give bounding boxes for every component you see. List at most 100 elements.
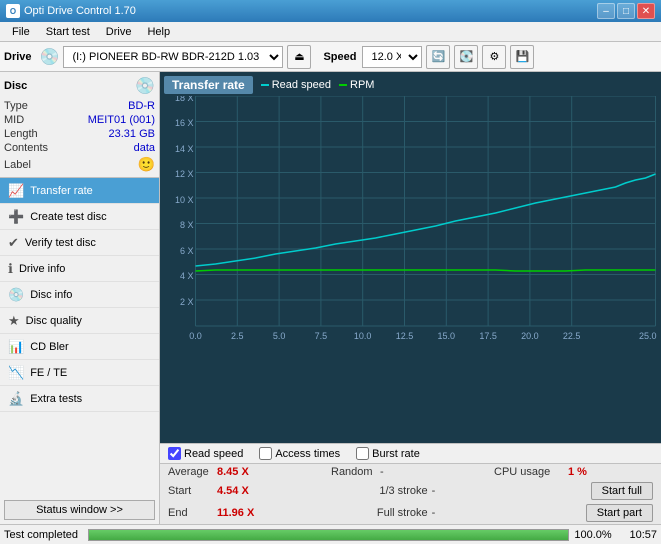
svg-text:15.0: 15.0: [438, 331, 456, 341]
maximize-button[interactable]: □: [617, 3, 635, 19]
svg-text:5.0: 5.0: [273, 331, 286, 341]
svg-text:12 X: 12 X: [175, 169, 194, 179]
cpu-value: 1 %: [568, 466, 587, 478]
menu-bar: File Start test Drive Help: [0, 22, 661, 42]
progress-percent: 100.0%: [573, 529, 613, 541]
start-full-button[interactable]: Start full: [591, 482, 653, 500]
svg-text:4 X: 4 X: [180, 271, 194, 281]
burst-rate-checkbox-item[interactable]: Burst rate: [356, 447, 420, 460]
stats-row-2: Start 4.54 X 1/3 stroke - Start full: [160, 480, 661, 502]
svg-text:0.0: 0.0: [189, 331, 202, 341]
end-label: End: [168, 507, 213, 519]
cpu-label: CPU usage: [494, 466, 564, 478]
settings-button[interactable]: ⚙: [482, 45, 506, 69]
svg-text:14 X: 14 X: [175, 144, 194, 154]
burst-rate-checkbox-label: Burst rate: [372, 448, 420, 460]
svg-text:18 X: 18 X: [175, 96, 194, 103]
progress-bar-fill: [89, 530, 568, 540]
title-bar: O Opti Drive Control 1.70 – □ ✕: [0, 0, 661, 22]
menu-help[interactable]: Help: [139, 24, 178, 40]
drive-info-icon: ℹ: [8, 261, 13, 277]
svg-text:17.5: 17.5: [479, 331, 497, 341]
svg-text:2.5: 2.5: [231, 331, 244, 341]
menu-drive[interactable]: Drive: [98, 24, 140, 40]
app-title: Opti Drive Control 1.70: [24, 5, 136, 17]
stroke-1-3-value: -: [432, 485, 436, 497]
cd-bler-icon: 📊: [8, 339, 24, 355]
start-part-button[interactable]: Start part: [586, 504, 653, 522]
eject-button[interactable]: ⏏: [287, 45, 311, 69]
app-icon: O: [6, 4, 20, 18]
read-speed-checkbox-item[interactable]: Read speed: [168, 447, 243, 460]
random-value: -: [380, 466, 384, 478]
mid-label: MID: [4, 114, 24, 126]
nav-fe-te[interactable]: 📉 FE / TE: [0, 360, 159, 386]
create-disc-icon: ➕: [8, 209, 24, 225]
speed-selector[interactable]: 12.0 X: [362, 46, 422, 68]
disc-section-title: Disc: [4, 80, 27, 92]
random-stat: Random -: [331, 466, 490, 478]
toolbar: Drive 💿 (I:) PIONEER BD-RW BDR-212D 1.03…: [0, 42, 661, 72]
svg-text:2 X: 2 X: [180, 297, 194, 307]
end-value: 11.96 X: [217, 507, 257, 519]
disc-icon: 💿: [135, 76, 155, 96]
random-label: Random: [331, 466, 376, 478]
minimize-button[interactable]: –: [597, 3, 615, 19]
fe-te-icon: 📉: [8, 365, 24, 381]
status-window-button[interactable]: Status window >>: [4, 500, 155, 520]
stroke-1-3-stat: 1/3 stroke -: [379, 485, 586, 497]
extra-tests-icon: 🔬: [8, 391, 24, 407]
nav-drive-info[interactable]: ℹ Drive info: [0, 256, 159, 282]
full-stroke-value: -: [432, 507, 436, 519]
full-stroke-label: Full stroke: [377, 507, 428, 519]
nav-verify-test-disc[interactable]: ✔ Verify test disc: [0, 230, 159, 256]
cpu-stat: CPU usage 1 %: [494, 466, 653, 478]
access-times-checkbox[interactable]: [259, 447, 272, 460]
burst-rate-checkbox[interactable]: [356, 447, 369, 460]
verify-disc-icon: ✔: [8, 235, 19, 251]
sidebar: Disc 💿 Type BD-R MID MEIT01 (001) Length…: [0, 72, 160, 524]
refresh-button[interactable]: 🔄: [426, 45, 450, 69]
speed-label: Speed: [323, 51, 356, 63]
disc-quality-icon: ★: [8, 313, 20, 329]
checkboxes-row: Read speed Access times Burst rate: [160, 444, 661, 464]
status-text: Test completed: [4, 529, 84, 541]
nav-cd-bler[interactable]: 📊 CD Bler: [0, 334, 159, 360]
stats-row-1: Average 8.45 X Random - CPU usage 1 %: [160, 464, 661, 480]
menu-file[interactable]: File: [4, 24, 38, 40]
svg-text:16 X: 16 X: [175, 118, 194, 128]
disc-panel: Disc 💿 Type BD-R MID MEIT01 (001) Length…: [0, 72, 159, 178]
svg-text:7.5: 7.5: [315, 331, 328, 341]
read-speed-checkbox-label: Read speed: [184, 448, 243, 460]
end-stat: End 11.96 X: [168, 507, 373, 519]
length-value: 23.31 GB: [109, 128, 155, 140]
status-bar: Test completed 100.0% 10:57: [0, 524, 661, 544]
read-speed-checkbox[interactable]: [168, 447, 181, 460]
chart-container: Transfer rate Read speed RPM: [160, 72, 661, 443]
svg-text:12.5: 12.5: [396, 331, 414, 341]
drive-selector[interactable]: (I:) PIONEER BD-RW BDR-212D 1.03: [63, 46, 283, 68]
nav-disc-quality[interactable]: ★ Disc quality: [0, 308, 159, 334]
nav-create-test-disc[interactable]: ➕ Create test disc: [0, 204, 159, 230]
nav-extra-tests[interactable]: 🔬 Extra tests: [0, 386, 159, 412]
start-label: Start: [168, 485, 213, 497]
svg-text:20.0: 20.0: [521, 331, 539, 341]
svg-text:6 X: 6 X: [180, 246, 194, 256]
status-time: 10:57: [617, 529, 657, 541]
read-speed-dot: [261, 84, 269, 86]
chart-title: Transfer rate: [164, 76, 253, 94]
svg-text:25.0 GB: 25.0 GB: [639, 331, 657, 341]
nav-items: 📈 Transfer rate ➕ Create test disc ✔ Ver…: [0, 178, 159, 496]
legend-read-speed: Read speed: [261, 79, 331, 91]
disc-button[interactable]: 💽: [454, 45, 478, 69]
drive-icon: 💿: [40, 47, 60, 67]
menu-start-test[interactable]: Start test: [38, 24, 98, 40]
mid-value: MEIT01 (001): [88, 114, 155, 126]
average-value: 8.45 X: [217, 466, 257, 478]
access-times-checkbox-item[interactable]: Access times: [259, 447, 340, 460]
nav-disc-info[interactable]: 💿 Disc info: [0, 282, 159, 308]
content-area: Transfer rate Read speed RPM: [160, 72, 661, 524]
close-button[interactable]: ✕: [637, 3, 655, 19]
nav-transfer-rate[interactable]: 📈 Transfer rate: [0, 178, 159, 204]
save-button[interactable]: 💾: [510, 45, 534, 69]
